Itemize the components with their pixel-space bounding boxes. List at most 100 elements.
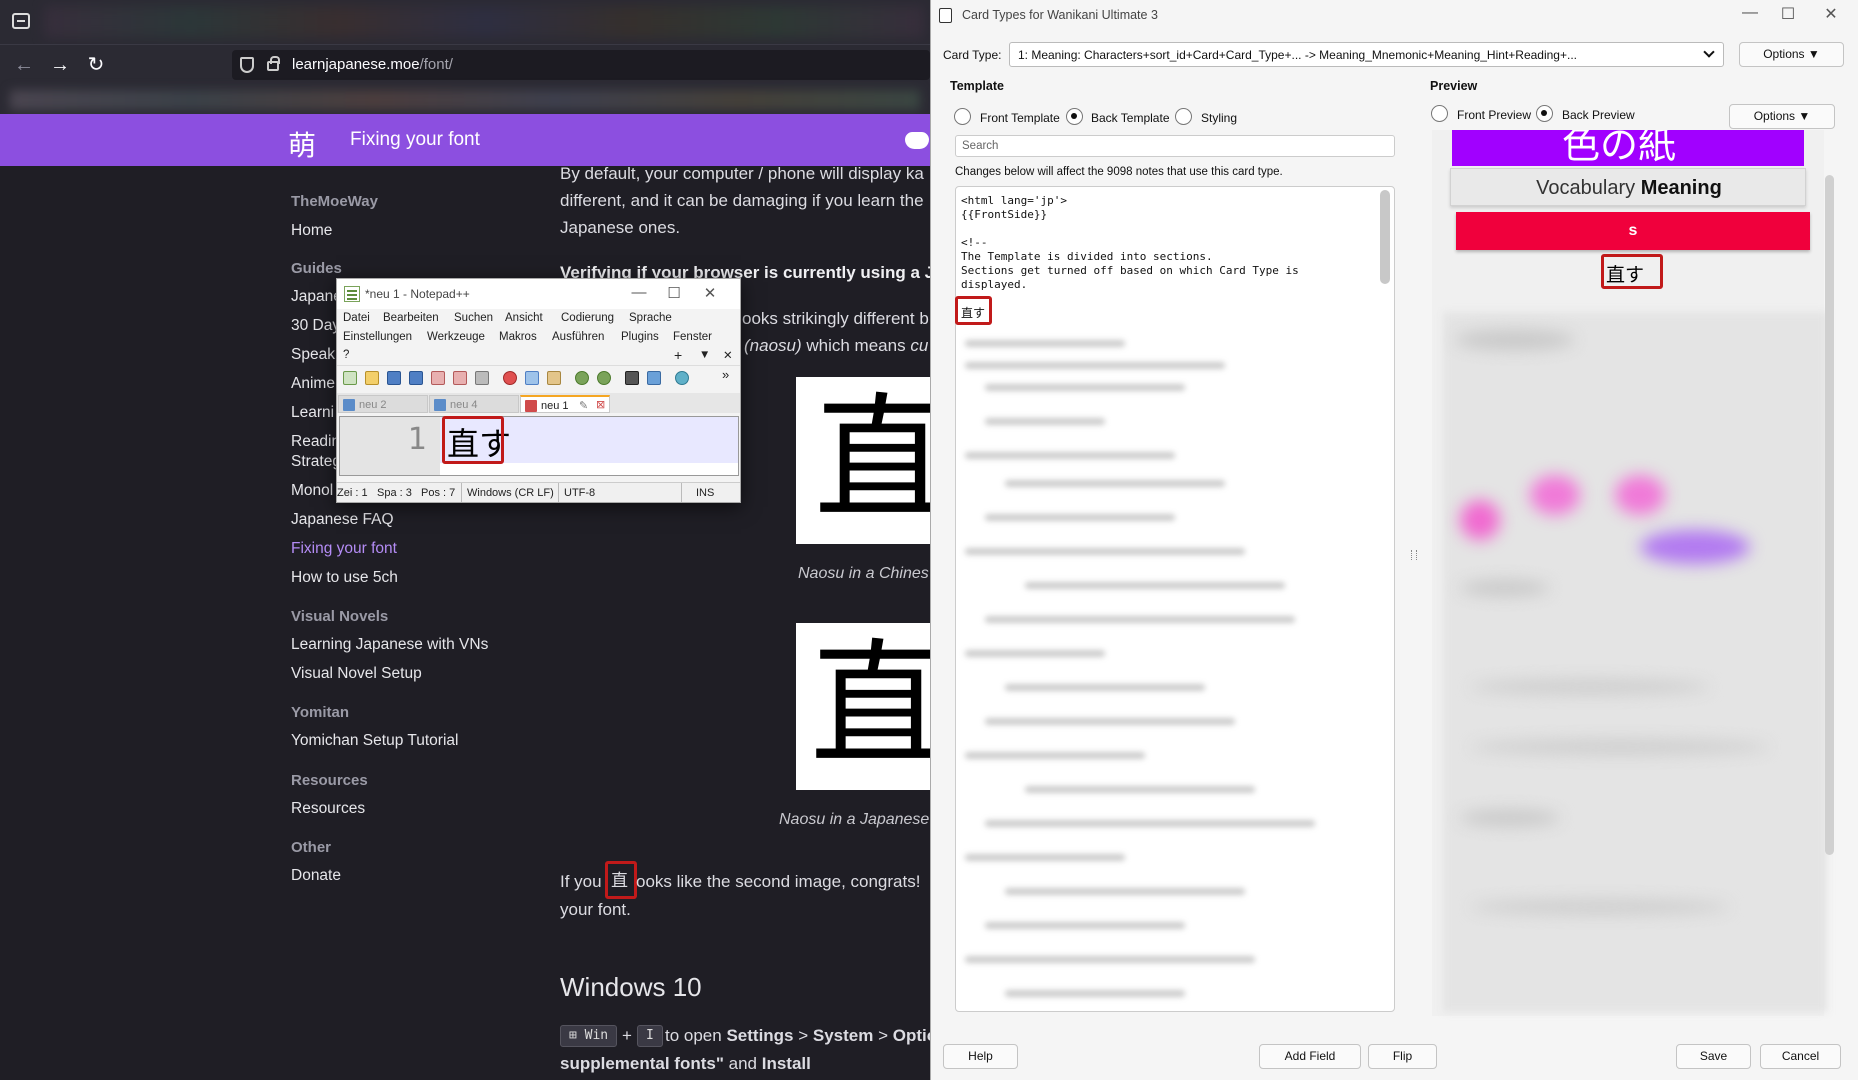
editor-scrollbar[interactable] — [1380, 190, 1390, 284]
code-line: <!-- — [961, 236, 988, 249]
back-template-label[interactable]: Back Template — [1091, 111, 1170, 125]
sidebar-item-yomichan-setup[interactable]: Yomichan Setup Tutorial — [291, 732, 458, 750]
menu-einstellungen[interactable]: Einstellungen — [343, 331, 412, 343]
sidebar-item[interactable]: Anime — [291, 375, 335, 393]
menu-plugins[interactable]: Plugins — [621, 331, 659, 343]
open-file-icon[interactable] — [365, 371, 379, 385]
tab-list-down-icon[interactable]: ▼ — [699, 349, 710, 361]
sidebar-item-home[interactable]: Home — [291, 222, 332, 240]
maximize-icon[interactable]: ☐ — [1773, 4, 1803, 24]
find-icon[interactable] — [625, 371, 639, 385]
flip-button[interactable]: Flip — [1368, 1044, 1437, 1069]
sidebar-heading: Visual Novels — [291, 608, 389, 625]
sidebar-item-learning-japanese-vns[interactable]: Learning Japanese with VNs — [291, 636, 488, 654]
close-icon[interactable]: ✕ — [695, 284, 725, 302]
sidebar-heading: Guides — [291, 260, 342, 277]
sidebar-item-resources[interactable]: Resources — [291, 800, 365, 818]
forward-arrow-icon[interactable]: → — [47, 52, 73, 78]
styling-label[interactable]: Styling — [1201, 111, 1237, 125]
discord-icon[interactable] — [905, 132, 929, 149]
sidebar-item[interactable]: Speaki — [291, 346, 338, 364]
cancel-button[interactable]: Cancel — [1760, 1044, 1841, 1069]
redo-icon[interactable] — [597, 371, 611, 385]
print-icon[interactable] — [475, 371, 489, 385]
sidebar-item-visual-novel-setup[interactable]: Visual Novel Setup — [291, 665, 422, 683]
tab-neu-1[interactable]: neu 1 ✎ ⊠ — [520, 395, 610, 413]
replace-icon[interactable] — [647, 371, 661, 385]
status-eol[interactable]: Windows (CR LF) — [467, 487, 554, 499]
site-logo[interactable]: 萌 — [288, 124, 316, 164]
menu-sprache[interactable]: Sprache — [629, 312, 672, 324]
menu-codierung[interactable]: Codierung — [561, 312, 614, 324]
menu-datei[interactable]: Datei — [343, 312, 370, 324]
menu-bearbeiten[interactable]: Bearbeiten — [383, 312, 439, 324]
list-all-tabs-icon[interactable] — [12, 13, 30, 29]
menu-fenster[interactable]: Fenster — [673, 331, 712, 343]
back-preview-radio[interactable] — [1536, 105, 1553, 122]
tracking-shield-icon[interactable] — [240, 57, 254, 73]
minimize-icon[interactable]: — — [1735, 4, 1765, 22]
splitter-handle[interactable] — [1411, 550, 1417, 560]
sidebar-item[interactable]: Learni — [291, 404, 334, 422]
save-icon[interactable] — [387, 371, 401, 385]
styling-radio[interactable] — [1175, 108, 1192, 125]
preview-scrollbar[interactable] — [1825, 175, 1834, 855]
sidebar-item[interactable]: Japane — [291, 288, 342, 306]
notepadpp-title-bar[interactable]: *neu 1 - Notepad++ — ☐ ✕ — [337, 279, 740, 309]
card-type-options-button[interactable]: Options ▼ — [1739, 42, 1844, 67]
sidebar-item[interactable]: Monol — [291, 482, 333, 500]
close-file-icon[interactable] — [431, 371, 445, 385]
paste-icon[interactable] — [547, 371, 561, 385]
tab-neu-2[interactable]: neu 2 — [338, 395, 428, 413]
menu-help[interactable]: ? — [343, 349, 349, 361]
lock-icon[interactable] — [267, 56, 280, 71]
new-tab-plus-icon[interactable]: + — [674, 347, 682, 363]
sidebar-item[interactable]: Strateg — [291, 453, 341, 471]
front-template-radio[interactable] — [954, 108, 971, 125]
sidebar-item-fixing-your-font[interactable]: Fixing your font — [291, 540, 397, 558]
sidebar-item-how-to-use-5ch[interactable]: How to use 5ch — [291, 569, 398, 587]
zoom-icon[interactable] — [675, 371, 689, 385]
status-encoding[interactable]: UTF-8 — [564, 487, 595, 499]
back-arrow-icon[interactable]: ← — [11, 52, 37, 78]
reload-icon[interactable]: ↻ — [83, 52, 109, 78]
help-button[interactable]: Help — [943, 1044, 1018, 1069]
url-text[interactable]: learnjapanese.moe/font/ — [292, 56, 453, 73]
close-doc-icon[interactable]: ✕ — [723, 348, 733, 362]
card-type-select[interactable]: 1: Meaning: Characters+sort_id+Card+Card… — [1009, 42, 1724, 67]
close-all-icon[interactable] — [453, 371, 467, 385]
sidebar-item-donate[interactable]: Donate — [291, 867, 341, 885]
dialog-title: Card Types for Wanikani Ultimate 3 — [962, 8, 1158, 22]
template-search-input[interactable]: Search — [955, 135, 1395, 157]
sidebar-item[interactable]: Readin — [291, 433, 340, 451]
menu-suchen[interactable]: Suchen — [454, 312, 493, 324]
back-preview-label[interactable]: Back Preview — [1562, 108, 1635, 122]
menu-ansicht[interactable]: Ansicht — [505, 312, 543, 324]
menu-ausfuehren[interactable]: Ausführen — [552, 331, 604, 343]
sidebar-item-japanese-faq[interactable]: Japanese FAQ — [291, 511, 394, 529]
back-template-radio[interactable] — [1066, 108, 1083, 125]
copy-icon[interactable] — [525, 371, 539, 385]
close-icon[interactable]: ✕ — [1816, 4, 1846, 24]
maximize-icon[interactable]: ☐ — [659, 284, 689, 302]
front-preview-label[interactable]: Front Preview — [1457, 108, 1531, 122]
preview-options-button[interactable]: Options ▼ — [1729, 104, 1835, 129]
tab-close-icon[interactable]: ⊠ — [596, 396, 605, 414]
minimize-icon[interactable]: — — [624, 284, 654, 301]
menu-makros[interactable]: Makros — [499, 331, 537, 343]
save-all-icon[interactable] — [409, 371, 423, 385]
pin-icon[interactable]: ✎ — [579, 397, 588, 415]
front-template-label[interactable]: Front Template — [980, 111, 1060, 125]
cut-icon[interactable] — [503, 371, 517, 385]
toolbar-overflow-icon[interactable]: » — [722, 367, 729, 382]
sidebar-heading: Yomitan — [291, 704, 350, 721]
tab-neu-4[interactable]: neu 4 — [429, 395, 519, 413]
undo-icon[interactable] — [575, 371, 589, 385]
sidebar-item[interactable]: 30 Day — [291, 317, 340, 335]
save-button[interactable]: Save — [1676, 1044, 1751, 1069]
add-field-button[interactable]: Add Field — [1259, 1044, 1361, 1069]
menu-werkzeuge[interactable]: Werkzeuge — [427, 331, 485, 343]
new-file-icon[interactable] — [343, 371, 357, 385]
front-preview-radio[interactable] — [1431, 105, 1448, 122]
article-text: ooks like the second image, congrats! — [636, 872, 921, 891]
